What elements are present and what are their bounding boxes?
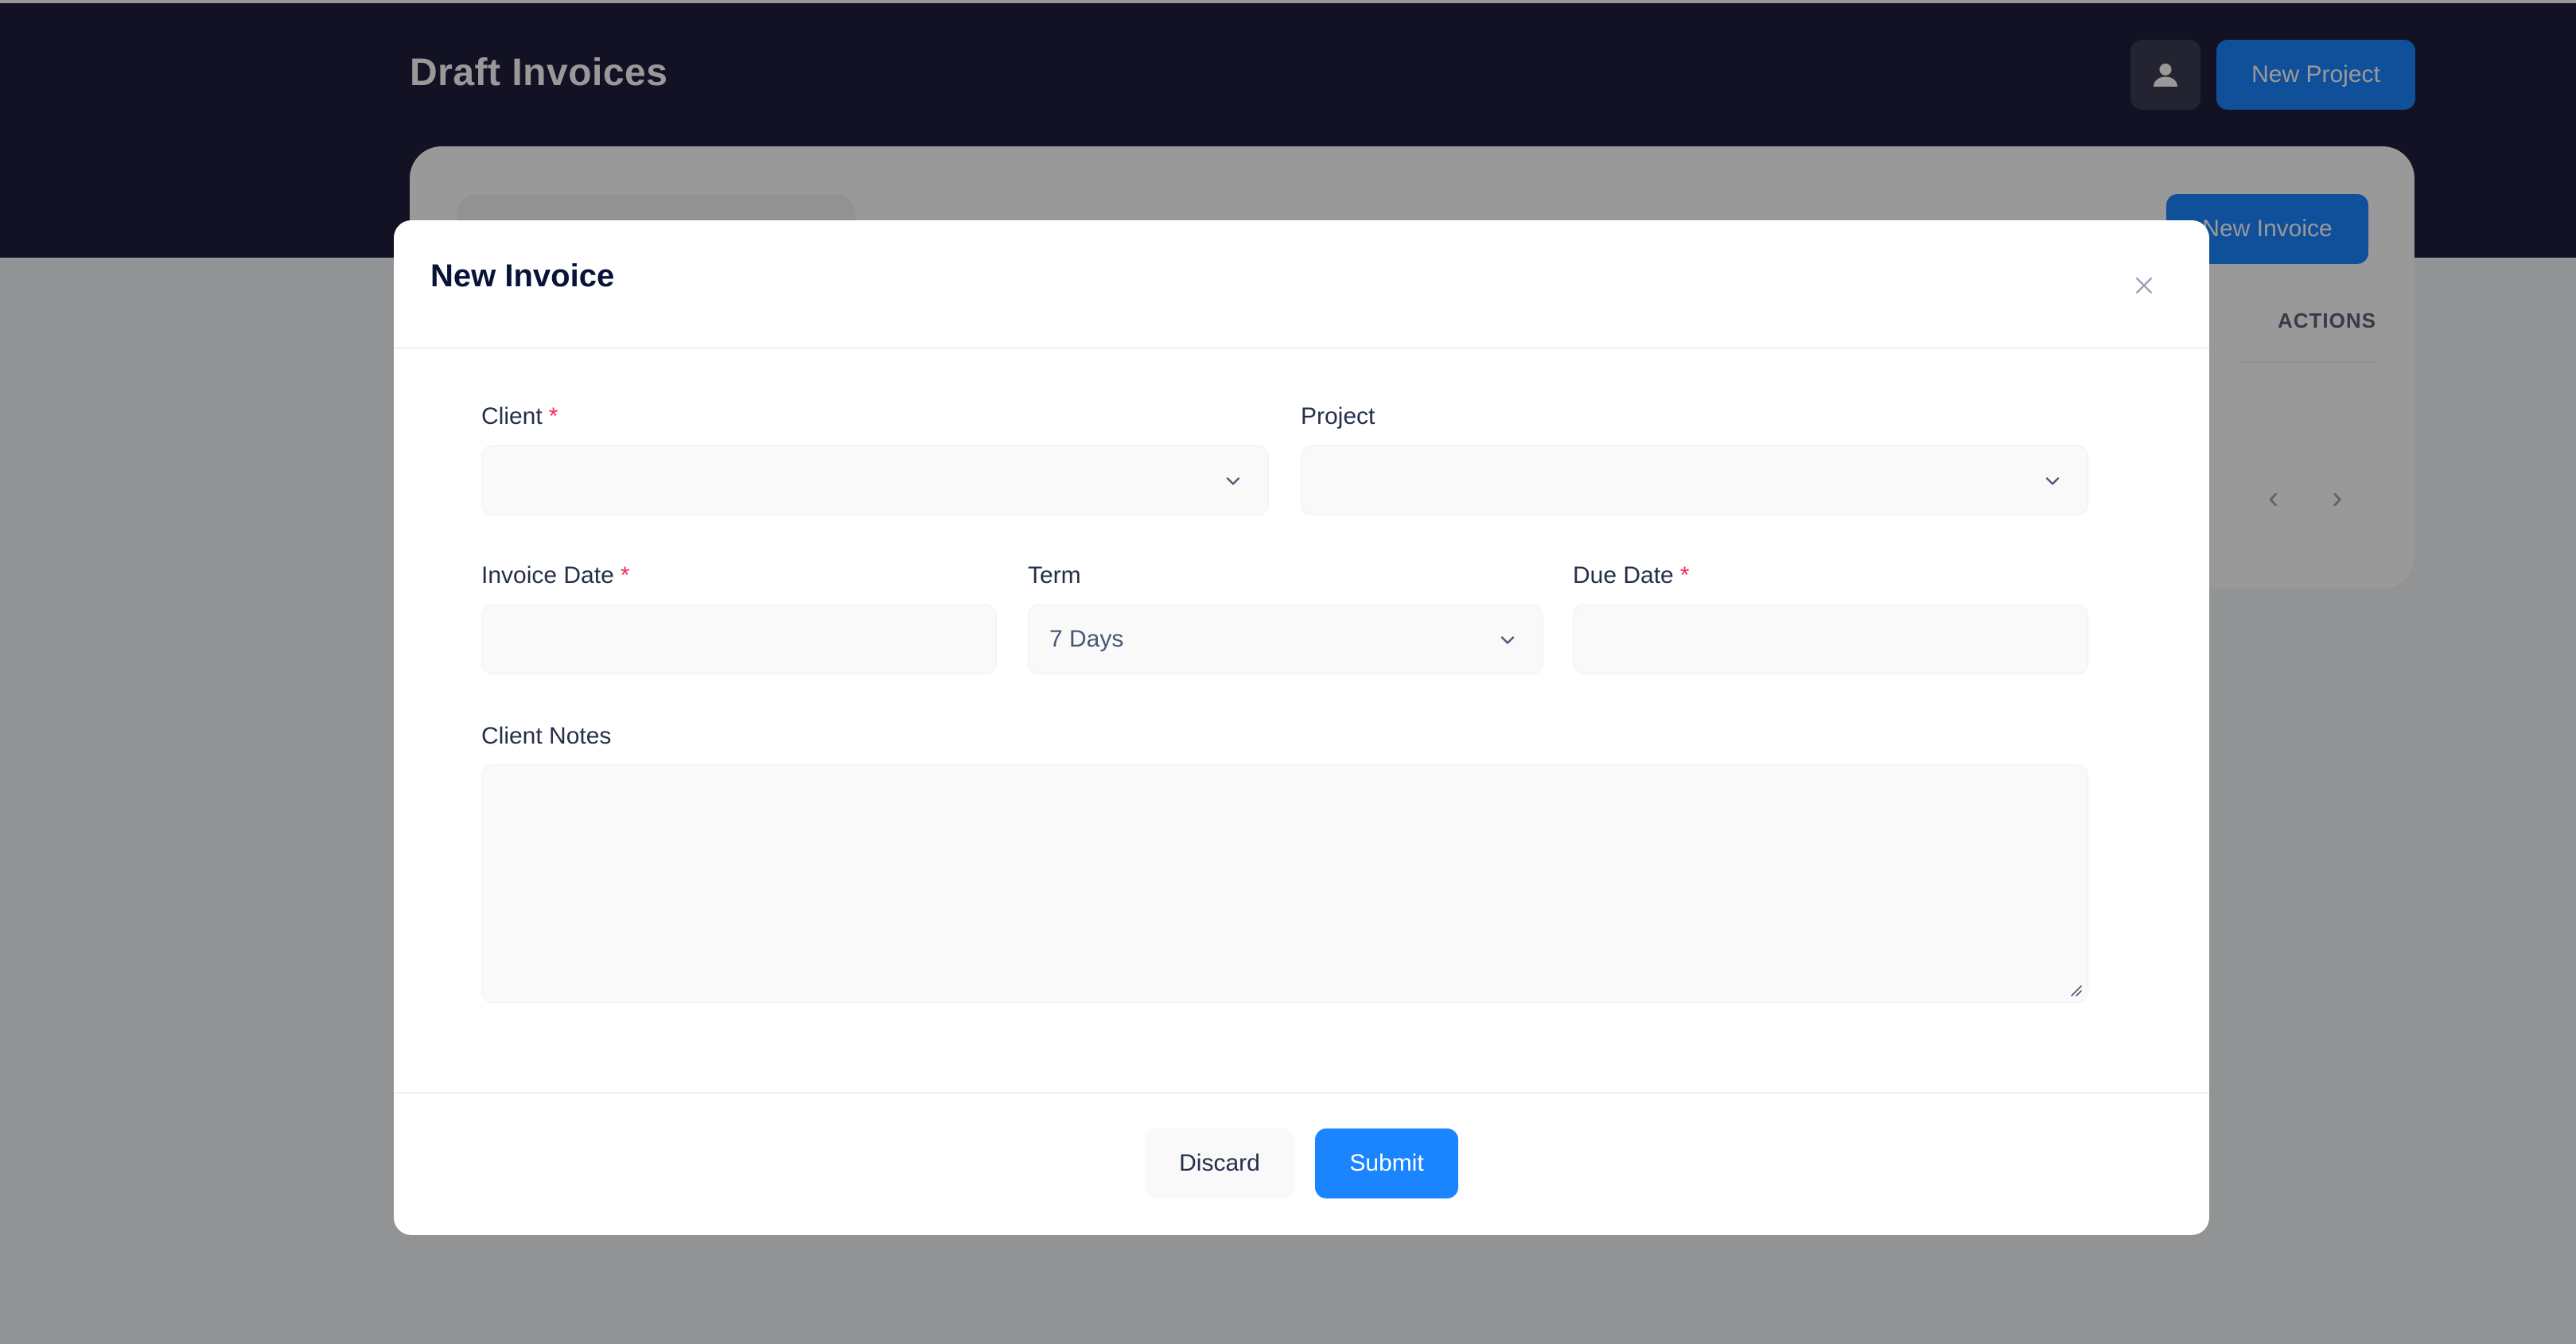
discard-button[interactable]: Discard [1145, 1128, 1294, 1198]
client-select[interactable] [481, 445, 1269, 515]
invoice-date-label: Invoice Date * [481, 562, 630, 588]
due-date-input[interactable] [1573, 604, 2088, 674]
invoice-date-input[interactable] [481, 604, 997, 674]
client-notes-textarea[interactable] [481, 764, 2088, 1003]
project-select[interactable] [1301, 445, 2088, 515]
modal-header: New Invoice [394, 220, 2209, 349]
due-date-label: Due Date * [1573, 562, 1690, 588]
chevron-down-icon [1226, 477, 1240, 486]
modal-title: New Invoice [430, 258, 615, 293]
chevron-down-icon [2045, 477, 2060, 486]
close-icon [2136, 278, 2152, 293]
chevron-down-icon [1500, 636, 1515, 645]
project-label: Project [1301, 403, 1376, 429]
client-notes-label: Client Notes [481, 723, 612, 749]
resize-handle-icon[interactable] [2068, 983, 2083, 997]
required-mark: * [620, 562, 630, 588]
page: Draft Invoices New Project New Invoice A… [0, 0, 2576, 1344]
client-label: Client * [481, 403, 558, 429]
close-button[interactable] [2128, 270, 2160, 301]
modal-footer: Discard Submit [394, 1092, 2209, 1235]
submit-button[interactable]: Submit [1315, 1128, 1458, 1198]
required-mark: * [548, 403, 558, 429]
term-value: 7 Days [1049, 626, 1124, 652]
new-invoice-modal: New Invoice Client * Project Invoice Dat… [394, 220, 2209, 1235]
term-label: Term [1028, 562, 1081, 588]
required-mark: * [1679, 562, 1690, 588]
term-select[interactable]: 7 Days [1028, 604, 1543, 674]
